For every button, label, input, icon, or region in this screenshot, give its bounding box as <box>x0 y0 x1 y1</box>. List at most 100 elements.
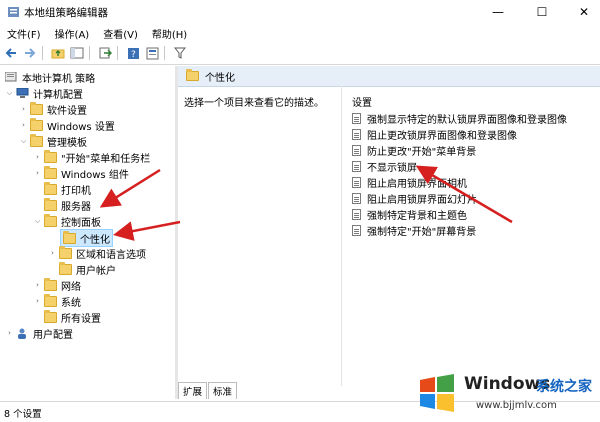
setting-label: 阻止启用锁屏界面幻灯片 <box>367 194 477 206</box>
watermark: Windows 系统之家 www.bjjmlv.com <box>414 366 596 418</box>
chevron-right-icon[interactable]: › <box>33 297 42 305</box>
setting-label: 强制特定"开始"屏幕背景 <box>367 226 477 238</box>
setting-label: 阻止启用锁屏界面相机 <box>367 178 467 190</box>
tree-label: 打印机 <box>61 185 91 197</box>
setting-item[interactable]: 阻止启用锁屏界面幻灯片 <box>352 190 477 206</box>
watermark-cn: 系统之家 <box>536 379 592 395</box>
folder-icon <box>59 261 72 275</box>
tree-server[interactable]: 服务器 <box>44 197 91 213</box>
setting-label: 强制显示特定的默认锁屏界面图像和登录图像 <box>367 114 567 126</box>
setting-label: 不显示锁屏 <box>367 162 417 174</box>
setting-item[interactable]: 强制特定"开始"屏幕背景 <box>352 222 476 238</box>
tree-label: 管理模板 <box>47 137 87 149</box>
show-hide-tree-icon[interactable] <box>69 45 85 61</box>
computer-policy-icon <box>5 71 17 81</box>
folder-icon <box>30 133 43 147</box>
tree-label: 所有设置 <box>61 313 101 325</box>
tree-user-accounts[interactable]: 用户帐户 <box>59 261 116 277</box>
tree-admin-templates[interactable]: ⌵ 管理模板 <box>19 133 87 149</box>
chevron-down-icon[interactable]: ⌵ <box>33 217 42 226</box>
tree-system[interactable]: › 系统 <box>33 293 81 309</box>
tree-label: 用户帐户 <box>76 265 116 277</box>
tree-printers[interactable]: 打印机 <box>44 181 91 197</box>
policy-setting-icon <box>352 224 361 236</box>
tree-software-settings[interactable]: › 软件设置 <box>19 101 87 117</box>
policy-setting-icon <box>352 208 361 220</box>
help-icon[interactable]: ? <box>125 45 141 61</box>
menu-file[interactable]: 文件(F) <box>0 26 48 41</box>
chevron-right-icon[interactable]: › <box>33 153 42 161</box>
details-pane: 个性化 选择一个项目来查看它的描述。 设置 强制显示特定的默认锁屏界面图像和登录… <box>178 66 600 399</box>
folder-icon <box>44 309 57 323</box>
setting-item[interactable]: 阻止启用锁屏界面相机 <box>352 174 467 190</box>
setting-label: 阻止更改锁屏界面图像和登录图像 <box>367 130 517 142</box>
menu-view[interactable]: 查看(V) <box>96 26 145 41</box>
tree-root-label: 本地计算机 策略 <box>22 73 96 85</box>
back-icon[interactable] <box>3 45 19 61</box>
tree-label: "开始"菜单和任务栏 <box>61 153 151 165</box>
setting-item[interactable]: 强制特定背景和主题色 <box>352 206 467 222</box>
tree-network[interactable]: › 网络 <box>33 277 81 293</box>
tab-extended[interactable]: 扩展 <box>178 382 208 399</box>
chevron-right-icon[interactable]: › <box>19 105 28 113</box>
tree-windows-settings[interactable]: › Windows 设置 <box>19 117 115 133</box>
forward-icon[interactable] <box>22 45 38 61</box>
setting-item[interactable]: 强制显示特定的默认锁屏界面图像和登录图像 <box>352 110 567 126</box>
setting-item[interactable]: 阻止更改锁屏界面图像和登录图像 <box>352 126 517 142</box>
setting-item[interactable]: 防止更改"开始"菜单背景 <box>352 142 476 158</box>
tree-control-panel[interactable]: ⌵ 控制面板 <box>33 213 101 229</box>
menu-bar: 文件(F) 操作(A) 查看(V) 帮助(H) <box>0 24 600 42</box>
setting-label: 防止更改"开始"菜单背景 <box>367 146 477 158</box>
tree-label: 个性化 <box>80 234 110 246</box>
tree-label: 控制面板 <box>61 217 101 229</box>
tree-all-settings[interactable]: 所有设置 <box>44 309 101 325</box>
maximize-button[interactable]: ☐ <box>522 0 562 24</box>
toolbar-separator <box>89 46 90 60</box>
folder-icon <box>44 181 57 195</box>
close-button[interactable]: ✕ <box>564 0 600 24</box>
watermark-url: www.bjjmlv.com <box>476 400 557 411</box>
tree-start-menu[interactable]: › "开始"菜单和任务栏 <box>33 149 150 165</box>
folder-icon <box>186 69 199 81</box>
policy-setting-icon <box>352 192 361 204</box>
status-text: 8 个设置 <box>4 409 42 420</box>
tree-label: 计算机配置 <box>33 89 83 101</box>
chevron-right-icon[interactable]: › <box>5 329 14 337</box>
tree-windows-components[interactable]: › Windows 组件 <box>33 165 129 181</box>
minimize-button[interactable]: — <box>478 0 518 24</box>
title-bar: 本地组策略编辑器 — ☐ ✕ <box>0 0 600 24</box>
tree-user-config[interactable]: › 用户配置 <box>5 325 73 341</box>
folder-icon <box>30 117 43 131</box>
policy-setting-icon <box>352 112 361 124</box>
tree-pane: 本地计算机 策略 ⌵ 计算机配置 › 软件设置 › Windows 设置 ⌵ 管… <box>3 66 173 399</box>
properties-icon[interactable] <box>144 45 160 61</box>
menu-help[interactable]: 帮助(H) <box>145 26 194 41</box>
tree-label: 区域和语言选项 <box>76 249 146 261</box>
toolbar-separator <box>117 46 118 60</box>
chevron-right-icon[interactable]: › <box>48 249 57 257</box>
tree-root[interactable]: 本地计算机 策略 <box>5 69 95 85</box>
chevron-right-icon[interactable]: › <box>33 169 42 177</box>
svg-text:?: ? <box>131 50 136 60</box>
column-divider <box>341 86 342 386</box>
settings-column-header[interactable]: 设置 <box>352 94 372 109</box>
tab-standard[interactable]: 标准 <box>208 382 238 399</box>
menu-action[interactable]: 操作(A) <box>48 26 97 41</box>
toolbar-separator <box>42 46 43 60</box>
folder-icon <box>44 197 57 211</box>
tree-computer-config[interactable]: ⌵ 计算机配置 <box>5 85 83 101</box>
tree-region-language[interactable]: › 区域和语言选项 <box>48 245 146 261</box>
tree-label: 用户配置 <box>33 329 73 341</box>
setting-label: 强制特定背景和主题色 <box>367 210 467 222</box>
filter-icon[interactable] <box>172 45 188 61</box>
export-list-icon[interactable] <box>97 45 113 61</box>
details-header-title: 个性化 <box>205 72 235 84</box>
computer-icon <box>16 87 29 98</box>
folder-icon <box>59 245 72 259</box>
chevron-right-icon[interactable]: › <box>19 121 28 129</box>
setting-item-no-lock-screen[interactable]: 不显示锁屏 <box>352 158 417 174</box>
chevron-down-icon[interactable]: ⌵ <box>19 137 28 146</box>
chevron-down-icon[interactable]: ⌵ <box>5 89 14 98</box>
up-folder-icon[interactable] <box>50 45 66 61</box>
chevron-right-icon[interactable]: › <box>33 281 42 289</box>
